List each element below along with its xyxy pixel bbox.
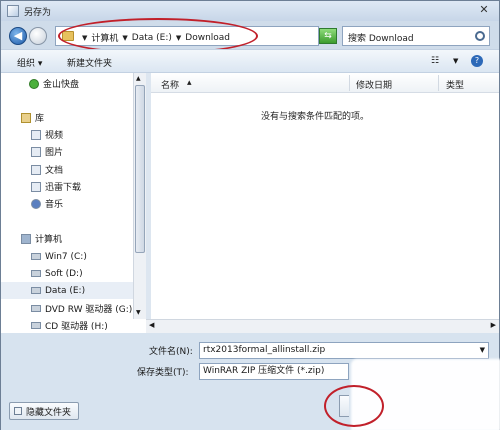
window-icon xyxy=(7,5,19,17)
close-icon[interactable]: ✕ xyxy=(477,3,491,17)
refresh-icon[interactable]: ⇆ xyxy=(319,28,337,44)
window-title: 另存为 xyxy=(24,7,52,18)
column-type[interactable]: 类型 xyxy=(446,78,464,91)
nav-item-label: 图片 xyxy=(45,148,64,158)
nav-item-label: 文档 xyxy=(45,166,64,176)
back-arrow-icon[interactable]: ◀ xyxy=(9,27,27,45)
chevron-down-icon[interactable]: ▼ xyxy=(453,57,458,65)
organize-button[interactable]: 组织 ▾ xyxy=(17,56,42,69)
drive-icon xyxy=(31,253,41,260)
nav-item-label: 计算机 xyxy=(35,235,63,245)
title-bar: 另存为 ✕ xyxy=(1,1,499,21)
column-divider[interactable] xyxy=(349,75,350,91)
nav-item-label: DVD RW 驱动器 (G:) xyxy=(45,305,133,315)
nav-item-label: 库 xyxy=(35,114,45,124)
drive-icon xyxy=(31,287,41,294)
filetype-label: 保存类型(T): xyxy=(137,368,189,378)
filetype-select[interactable]: WinRAR ZIP 压缩文件 (*.zip) xyxy=(199,363,349,380)
hide-folders-button[interactable]: 隐藏文件夹 xyxy=(9,402,79,420)
picture-icon xyxy=(31,146,41,157)
nav-item-label: 金山快盘 xyxy=(43,80,80,90)
drive-icon xyxy=(31,270,41,277)
nav-item-label: 音乐 xyxy=(45,200,64,210)
computer-icon xyxy=(21,233,31,244)
nav-item-label: Data (E:) xyxy=(45,285,86,296)
nav-item-cd-h[interactable]: CD 驱动器 (H:) xyxy=(31,317,163,334)
nav-item-label: Win7 (C:) xyxy=(45,251,87,262)
nav-item-drive-e[interactable]: Data (E:) xyxy=(1,282,133,299)
filename-field[interactable]: rtx2013formal_allinstall.zip ▼ xyxy=(199,342,489,359)
search-input[interactable]: 搜索 Download xyxy=(342,26,490,46)
document-icon xyxy=(31,164,41,175)
collapse-icon xyxy=(14,407,22,415)
nav-item-label: 视频 xyxy=(45,131,64,141)
filename-value: rtx2013formal_allinstall.zip xyxy=(203,345,326,355)
nav-item-label: CD 驱动器 (H:) xyxy=(45,322,108,332)
help-icon[interactable]: ? xyxy=(471,55,483,67)
column-divider[interactable] xyxy=(438,75,439,91)
horizontal-scrollbar[interactable]: ◀ ▶ xyxy=(146,319,499,333)
filename-label: 文件名(N): xyxy=(149,347,193,357)
file-list: 名称 ▴ 修改日期 类型 没有与搜索条件匹配的项。 xyxy=(151,73,499,333)
download-icon xyxy=(31,181,41,192)
scroll-thumb[interactable] xyxy=(135,85,145,253)
search-icon xyxy=(475,31,485,41)
navigation-pane: 金山快盘 库 视频 图片 文档 迅雷下载 音乐 计算机 Win7 (C:) So… xyxy=(1,73,146,333)
save-as-dialog: 另存为 ✕ ◀ ▼ 计算机 ▼ Data (E:) ▼ Download ▼ ⇆… xyxy=(0,0,500,430)
new-folder-button[interactable]: 新建文件夹 xyxy=(67,56,112,69)
empty-message: 没有与搜索条件匹配的项。 xyxy=(261,112,370,122)
chevron-left-icon[interactable]: ◀ xyxy=(149,321,154,329)
forward-arrow-icon[interactable] xyxy=(29,27,47,45)
column-modified[interactable]: 修改日期 xyxy=(356,78,392,91)
cd-icon xyxy=(31,322,41,329)
nav-scrollbar[interactable]: ▲ ▼ xyxy=(133,73,146,319)
annotation-ellipse xyxy=(324,385,384,427)
nav-item-label: Soft (D:) xyxy=(45,268,83,279)
search-placeholder: 搜索 Download xyxy=(348,34,414,44)
nav-item-label: 迅雷下载 xyxy=(45,183,82,193)
cloud-icon xyxy=(29,78,39,89)
filetype-value: WinRAR ZIP 压缩文件 (*.zip) xyxy=(203,366,325,376)
column-name[interactable]: 名称 xyxy=(161,78,179,91)
dvd-icon xyxy=(31,305,41,312)
chevron-down-icon[interactable]: ▼ xyxy=(136,309,141,316)
hide-folders-label: 隐藏文件夹 xyxy=(26,407,72,418)
chevron-up-icon[interactable]: ▲ xyxy=(136,75,141,82)
toolbar: 组织 ▾ 新建文件夹 ☷ ▼ ? xyxy=(1,49,499,73)
view-icon[interactable]: ☷ xyxy=(431,56,439,66)
sort-ascending-icon: ▴ xyxy=(187,78,192,88)
save-options: 文件名(N): rtx2013formal_allinstall.zip ▼ 保… xyxy=(1,333,500,430)
chevron-down-icon[interactable]: ▼ xyxy=(480,343,485,358)
chevron-right-icon[interactable]: ▶ xyxy=(491,321,496,329)
music-icon xyxy=(31,198,41,209)
column-header: 名称 ▴ 修改日期 类型 xyxy=(151,73,499,93)
library-icon xyxy=(21,112,31,123)
video-icon xyxy=(31,129,41,140)
